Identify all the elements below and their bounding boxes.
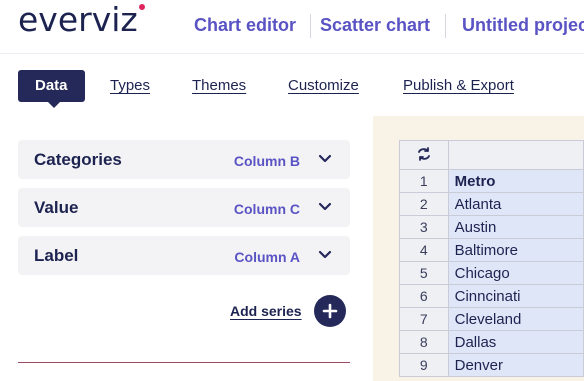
table-cell[interactable]: Atlanta [447,192,584,216]
breadcrumb-divider [310,14,311,38]
table-cell[interactable]: Austin [447,215,584,239]
row-number[interactable]: 1 [399,169,449,193]
breadcrumb-project-name[interactable]: Untitled project [462,15,584,36]
row-number[interactable]: 2 [399,192,449,216]
row-number[interactable]: 4 [399,238,449,262]
row-number[interactable]: 6 [399,284,449,308]
row-number[interactable]: 7 [399,307,449,331]
add-series-link[interactable]: Add series [230,303,302,319]
mapping-label: Label [34,246,79,265]
logo-dot [139,4,145,10]
add-series-button[interactable] [314,295,346,327]
tab-types[interactable]: Types [110,70,150,102]
mapping-column-value[interactable]: Column C [234,201,300,217]
table-row: 1 Metro [399,169,584,193]
mapping-row-categories[interactable]: Categories Column B [18,140,350,179]
breadcrumb-chart-editor[interactable]: Chart editor [194,15,296,36]
table-row: 5 Chicago [399,261,584,285]
chevron-down-icon[interactable] [318,250,332,260]
mapping-row-label[interactable]: Label Column A [18,236,350,275]
table-row: 9 Denver [399,353,584,377]
row-number[interactable]: 9 [399,353,449,377]
chevron-down-icon[interactable] [318,154,332,164]
tab-publish-export[interactable]: Publish & Export [403,70,514,102]
table-cell[interactable]: Dallas [447,330,584,354]
row-number[interactable]: 3 [399,215,449,239]
tab-data[interactable]: Data [18,70,85,108]
top-bar: everviz Chart editor Scatter chart Untit… [0,0,584,54]
tab-themes[interactable]: Themes [192,70,246,102]
mapping-column-value[interactable]: Column B [234,153,300,169]
table-cell[interactable]: Metro [447,169,584,193]
table-cell[interactable]: Cinncinati [447,284,584,308]
table-row: 6 Cinncinati [399,284,584,308]
column-header[interactable] [447,140,584,170]
table-cell[interactable]: Denver [447,353,584,377]
table-cell[interactable]: Chicago [447,261,584,285]
section-divider [18,362,350,363]
grid-header-row [399,140,584,170]
table-row: 2 Atlanta [399,192,584,216]
table-cell[interactable]: Cleveland [447,307,584,331]
everviz-logo[interactable]: everviz [18,0,145,39]
mapping-row-value[interactable]: Value Column C [18,188,350,227]
row-number[interactable]: 5 [399,261,449,285]
chevron-down-icon[interactable] [318,202,332,212]
breadcrumb-chart-type[interactable]: Scatter chart [320,15,430,36]
plus-icon [322,303,338,319]
row-number[interactable]: 8 [399,330,449,354]
table-row: 8 Dallas [399,330,584,354]
data-grid: 1 Metro 2 Atlanta 3 Austin 4 Baltimore 5… [399,140,584,377]
mapping-column-value[interactable]: Column A [234,249,300,265]
refresh-icon[interactable] [416,146,432,161]
breadcrumb-divider [445,14,446,38]
table-row: 3 Austin [399,215,584,239]
table-cell[interactable]: Baltimore [447,238,584,262]
table-row: 7 Cleveland [399,307,584,331]
table-row: 4 Baltimore [399,238,584,262]
grid-corner[interactable] [399,140,449,170]
mapping-label: Categories [34,150,122,169]
tab-customize[interactable]: Customize [288,70,359,102]
mapping-label: Value [34,198,79,217]
